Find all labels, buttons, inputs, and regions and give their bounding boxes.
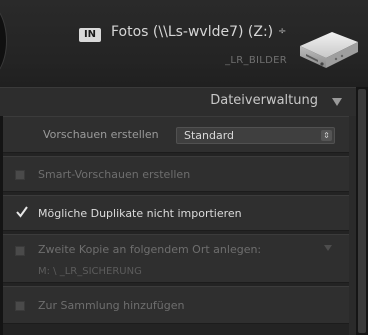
source-volume-name[interactable]: Fotos (\\Ls-wvlde7) (Z:)	[111, 24, 273, 40]
select-stepper-icon[interactable]: ⇕	[321, 130, 332, 141]
external-drive-icon[interactable]	[296, 24, 360, 76]
duplicates-checkbox[interactable]	[15, 205, 29, 219]
previews-select[interactable]: Standard ⇕	[176, 127, 335, 144]
second-copy-dropdown-icon[interactable]	[324, 245, 332, 251]
source-header: IN Fotos (\\Ls-wvlde7) (Z:) ÷ _LR_BILDER	[0, 0, 368, 86]
collection-checkbox[interactable]	[15, 301, 25, 311]
duplicates-label: Mögliche Duplikate nicht importieren	[38, 207, 242, 220]
panel-header-file-handling[interactable]: Dateiverwaltung	[0, 87, 356, 117]
source-folder-name: _LR_BILDER	[225, 55, 287, 66]
panel-scrollbar[interactable]	[356, 87, 368, 335]
option-row-duplicates[interactable]: Mögliche Duplikate nicht importieren	[3, 195, 349, 231]
second-copy-path: M: \ _LR_SICHERUNG	[38, 266, 142, 277]
second-copy-checkbox[interactable]	[15, 246, 25, 256]
collection-label: Zur Sammlung hinzufügen	[38, 299, 185, 312]
smart-previews-label: Smart-Vorschauen erstellen	[38, 168, 191, 181]
previews-row: Vorschauen erstellen Standard ⇕	[3, 116, 349, 153]
panel-edge-curve	[0, 2, 6, 80]
collapse-triangle-icon[interactable]	[332, 98, 342, 106]
option-row-second-copy[interactable]: Zweite Kopie an folgendem Ort anlegen: M…	[3, 234, 349, 283]
import-badge: IN	[79, 28, 101, 42]
smart-previews-checkbox[interactable]	[15, 170, 25, 180]
previews-select-value: Standard	[184, 129, 235, 142]
second-copy-label: Zweite Kopie an folgendem Ort anlegen:	[38, 243, 262, 256]
file-handling-panel: Vorschauen erstellen Standard ⇕ Smart-Vo…	[0, 116, 356, 335]
scrollbar-thumb[interactable]	[358, 89, 366, 333]
source-chevron-icon[interactable]: ÷	[278, 27, 286, 37]
import-window: IN Fotos (\\Ls-wvlde7) (Z:) ÷ _LR_BILDER	[0, 0, 368, 335]
option-row-smart-previews[interactable]: Smart-Vorschauen erstellen	[3, 156, 349, 192]
previews-label: Vorschauen erstellen	[43, 128, 159, 141]
panel-title: Dateiverwaltung	[210, 93, 318, 108]
option-row-collection[interactable]: Zur Sammlung hinzufügen	[3, 286, 349, 324]
row-separator	[3, 324, 349, 335]
